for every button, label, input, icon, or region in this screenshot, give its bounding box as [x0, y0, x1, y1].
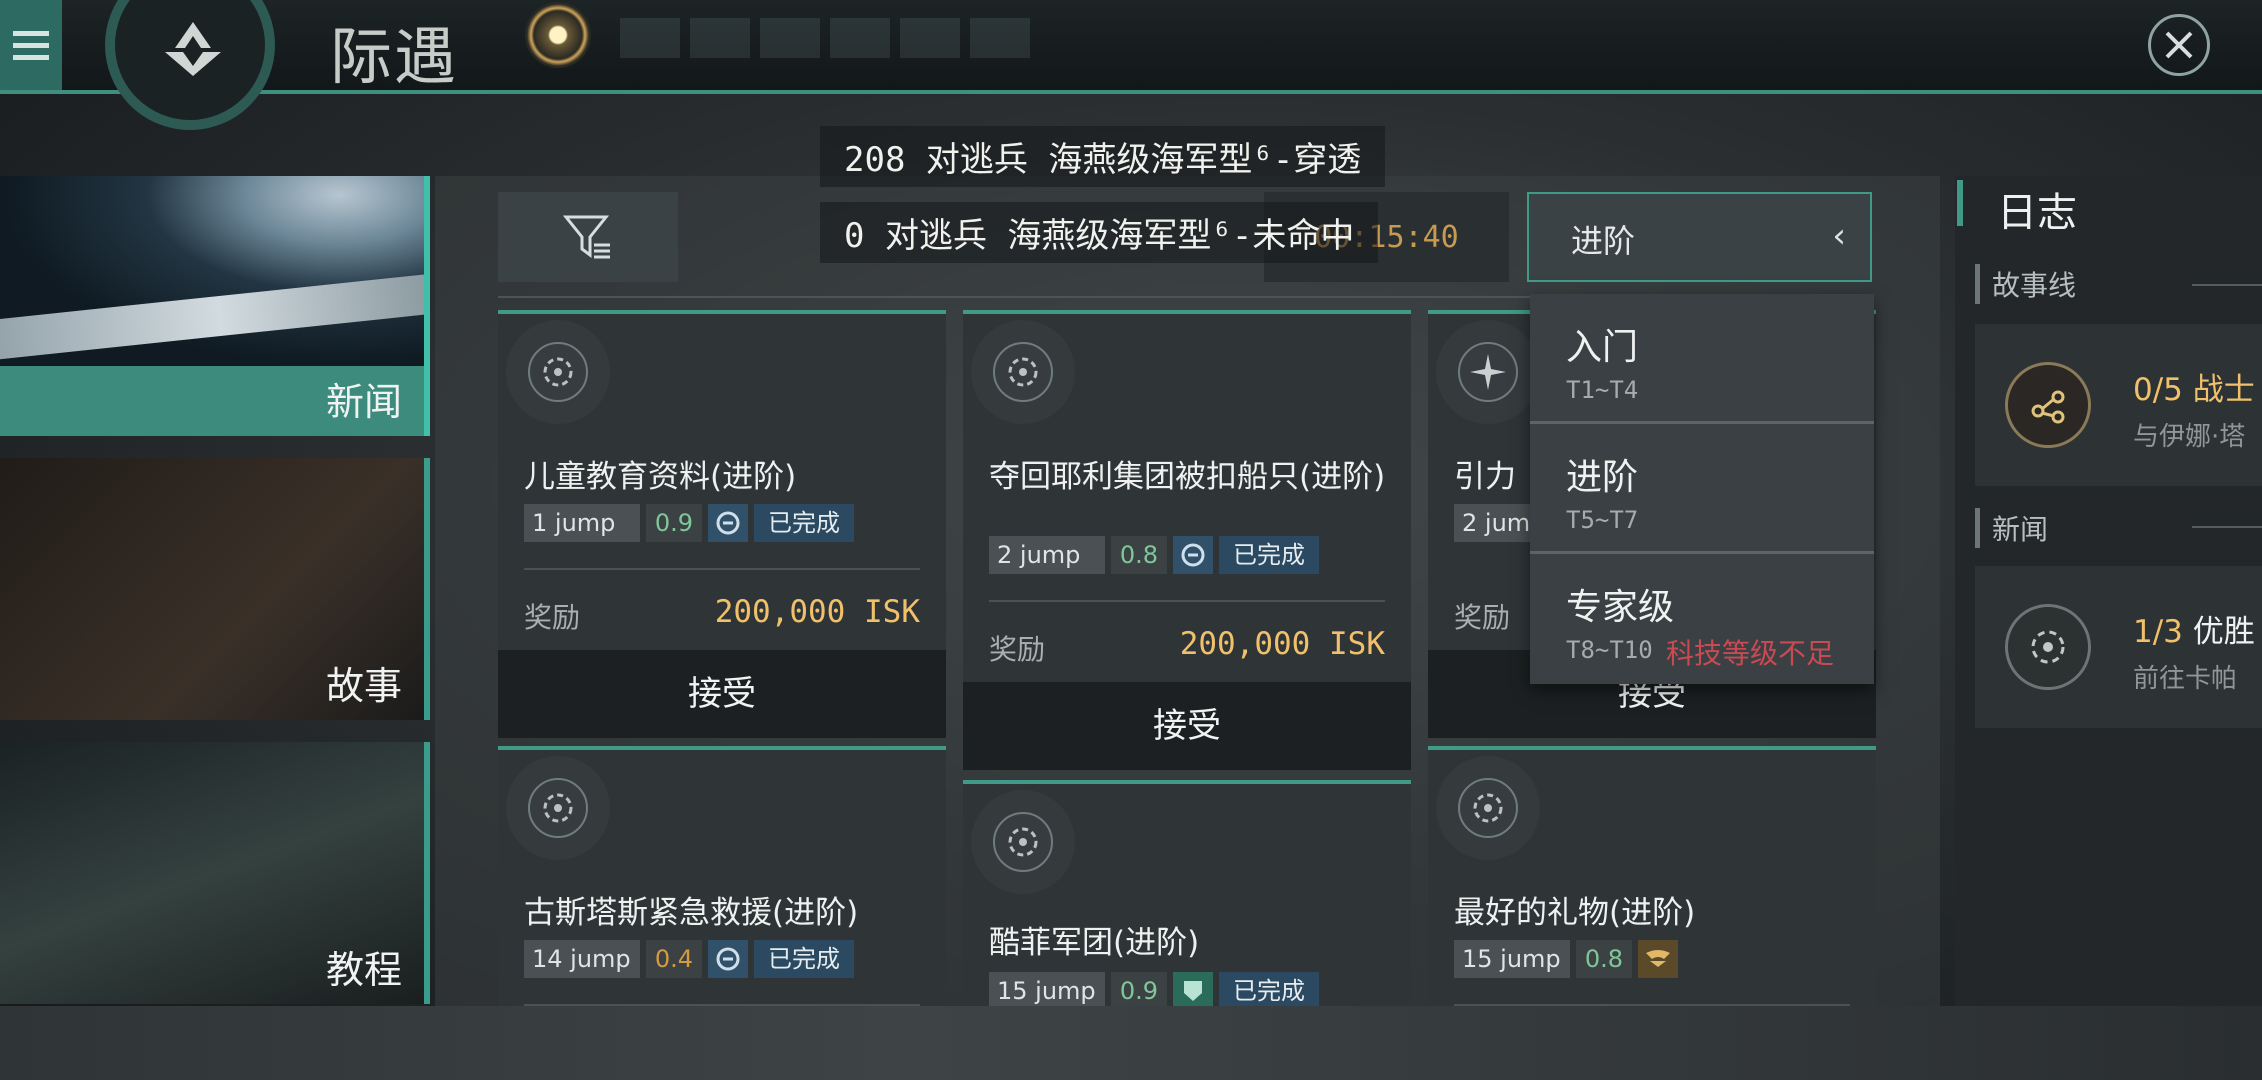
encounter-card[interactable]: 最好的礼物(进阶) 15 jump 0.8 — [1428, 746, 1876, 1010]
difficulty-dropdown[interactable]: 进阶 ‹ — [1527, 192, 1872, 282]
nav-tutorial[interactable]: 教程 — [0, 742, 430, 1004]
log-storyline-card[interactable]: 0/5 战士 与伊娜·塔 — [1975, 324, 2262, 486]
combat-toast: 208 对逃兵 海燕级海军型⁶-穿透 — [820, 126, 1386, 187]
header-decoration — [620, 18, 1040, 58]
nav-label: 新闻 — [325, 380, 402, 424]
reward-label: 奖励 — [1454, 601, 1511, 634]
agent-emblem-icon — [1458, 778, 1518, 838]
jump-badge: 1 jump — [524, 504, 640, 542]
status-badge: 已完成 — [754, 940, 854, 978]
accept-button[interactable]: 接受 — [963, 682, 1411, 770]
dropdown-option-beginner[interactable]: 入门 T1~T4 — [1530, 298, 1874, 424]
card-title: 酷菲军团(进阶) — [989, 925, 1200, 961]
encounter-card[interactable]: 古斯塔斯紧急救援(进阶) 14 jump 0.4 已完成 — [498, 746, 946, 1010]
log-section-label: 新闻 — [1975, 508, 2048, 548]
log-title: 日志 — [1997, 190, 2077, 236]
menu-button[interactable] — [0, 0, 62, 90]
option-tiers: T5~T7 — [1566, 506, 1639, 534]
log-section-label: 故事线 — [1975, 264, 2076, 304]
card-title: 最好的礼物(进阶) — [1454, 895, 1696, 931]
dropdown-option-advanced[interactable]: 进阶 T5~T7 — [1530, 428, 1874, 554]
nav-story[interactable]: 故事 — [0, 458, 430, 720]
top-bar: 际遇 — [0, 0, 2262, 130]
security-badge: 0.8 — [1111, 536, 1167, 574]
faction-icon — [708, 940, 748, 978]
reward-value: 200,000 ISK — [714, 594, 920, 630]
log-progress: 1/3 — [2133, 614, 2183, 650]
chevron-left-icon: ‹ — [1832, 216, 1846, 256]
security-badge: 0.4 — [646, 940, 702, 978]
jump-badge: 15 jump — [1454, 940, 1570, 978]
option-name: 进阶 — [1566, 457, 1639, 498]
nav-label: 教程 — [325, 948, 402, 992]
star-emblem-icon — [1458, 342, 1518, 402]
agent-emblem-icon — [993, 342, 1053, 402]
option-warning: 科技等级不足 — [1666, 637, 1835, 670]
log-entry-sub: 与伊娜·塔 — [2133, 422, 2246, 452]
log-entry-sub: 前往卡帕 — [2133, 664, 2238, 694]
news-banner-image — [0, 176, 424, 366]
agent-emblem-icon — [528, 342, 588, 402]
difficulty-dropdown-menu: 入门 T1~T4 进阶 T5~T7 专家级 T8~T10 科技等级不足 — [1530, 294, 1874, 684]
card-title: 夺回耶利集团被扣船只(进阶) — [989, 459, 1386, 495]
page-title: 际遇 — [330, 20, 459, 93]
jump-badge: 2 jump — [989, 536, 1105, 574]
log-progress: 0/5 — [2133, 372, 2183, 408]
nav-label: 故事 — [325, 664, 402, 708]
target-icon — [2005, 604, 2091, 690]
accept-button[interactable]: 接受 — [498, 650, 946, 738]
option-tiers: T1~T4 — [1566, 376, 1639, 404]
reward-label: 奖励 — [524, 601, 581, 634]
combat-toast: 0 对逃兵 海燕级海军型⁶-未命中 — [820, 202, 1379, 263]
log-entry-name: 战士 — [2192, 372, 2255, 408]
option-name: 入门 — [1566, 327, 1639, 368]
shield-icon — [1173, 972, 1213, 1010]
security-badge: 0.8 — [1576, 940, 1632, 978]
option-name: 专家级 — [1566, 587, 1675, 628]
faction-icon — [1173, 536, 1213, 574]
reward-label: 奖励 — [989, 633, 1046, 666]
filter-icon — [562, 215, 610, 259]
jump-badge: 14 jump — [524, 940, 640, 978]
filter-button[interactable] — [498, 192, 678, 282]
encounter-card[interactable]: 儿童教育资料(进阶) 1 jump 0.9 已完成 奖励 200,000 ISK… — [498, 310, 946, 738]
status-badge: 已完成 — [1219, 536, 1319, 574]
route-icon — [2005, 362, 2091, 448]
security-badge: 0.9 — [646, 504, 702, 542]
log-entry-name: 优胜 — [2192, 614, 2255, 650]
encounter-card[interactable]: 酷菲军团(进阶) 15 jump 0.9 已完成 — [963, 780, 1411, 1010]
card-title: 儿童教育资料(进阶) — [524, 459, 797, 495]
wing-icon — [1638, 940, 1678, 978]
close-icon — [2165, 31, 2193, 59]
jump-badge: 15 jump — [989, 972, 1105, 1010]
option-tiers: T8~T10 — [1566, 636, 1653, 664]
nav-news[interactable]: 新闻 — [0, 176, 430, 436]
status-orb-icon[interactable] — [525, 2, 591, 68]
agent-emblem-icon — [528, 778, 588, 838]
agent-emblem-icon — [993, 812, 1053, 872]
status-badge: 已完成 — [754, 504, 854, 542]
difficulty-selected: 进阶 — [1571, 222, 1636, 260]
log-news-card[interactable]: 1/3 优胜 前往卡帕 — [1975, 566, 2262, 728]
status-badge: 已完成 — [1219, 972, 1319, 1010]
close-button[interactable] — [2148, 14, 2210, 76]
card-title: 古斯塔斯紧急救援(进阶) — [524, 895, 859, 931]
dropdown-option-expert[interactable]: 专家级 T8~T10 科技等级不足 — [1530, 558, 1874, 684]
encounter-card[interactable]: 夺回耶利集团被扣船只(进阶) 2 jump 0.8 已完成 奖励 200,000… — [963, 310, 1411, 770]
reward-value: 200,000 ISK — [1179, 626, 1385, 662]
faction-icon — [708, 504, 748, 542]
menu-icon — [13, 30, 49, 36]
log-header: 日志 — [1957, 180, 2262, 236]
logo-icon[interactable] — [105, 0, 275, 130]
bottom-bar — [0, 1006, 2262, 1080]
security-badge: 0.9 — [1111, 972, 1167, 1010]
